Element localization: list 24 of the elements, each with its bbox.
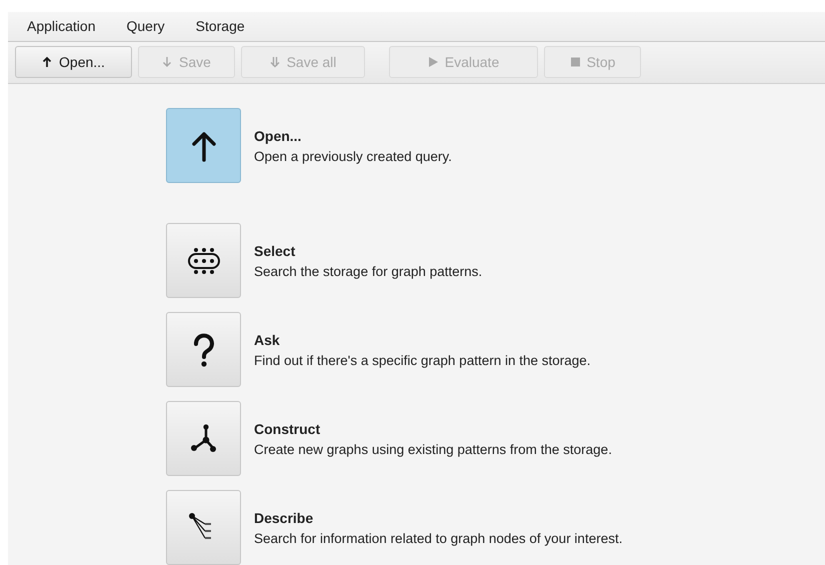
ask-button[interactable] [166,312,241,387]
action-title: Construct [254,420,322,436]
action-title: Open... [254,128,302,144]
action-description: Search for information related to graph nodes of your interest. [254,530,622,546]
select-button[interactable] [166,223,241,298]
construct-button[interactable] [166,401,241,476]
double-down-arrow-icon [270,56,281,68]
action-title: Select [254,242,296,258]
up-arrow-icon [42,56,54,68]
action-title: Describe [254,510,314,526]
menu-item[interactable]: Storage [196,18,245,34]
describe-button[interactable] [166,490,241,565]
action-title: Ask [254,332,281,348]
down-arrow-icon [162,56,174,68]
play-icon [428,56,439,68]
action-description: Open a previously created query. [254,148,452,164]
menu-item[interactable]: Application [27,18,96,34]
toolbar-button[interactable]: Open... [15,46,132,78]
action-description: Find out if there's a specific graph pattern in the storage. [254,352,591,368]
stop-icon [570,56,581,68]
action-description: Create new graphs using existing patterns from the storage. [254,442,612,456]
up-button[interactable] [166,108,241,183]
menu-item[interactable]: Query [126,18,165,34]
action-description: Search the storage for graph patterns. [254,264,482,278]
